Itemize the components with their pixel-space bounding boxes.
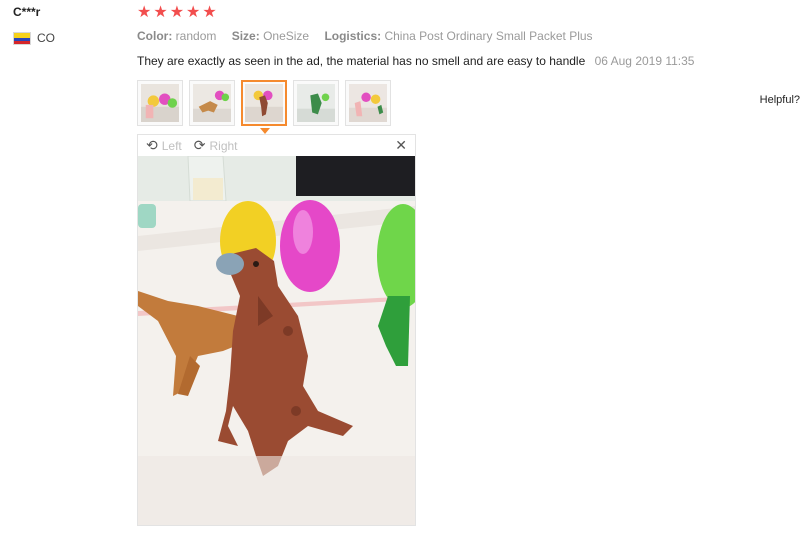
color-attr-label: Color: [137,29,173,43]
rotate-left-button[interactable]: ⟲ Left [146,137,182,154]
order-attributes: Color: random Size: OneSize Logistics: C… [137,29,593,43]
country-code: CO [37,31,55,45]
star-icon: ★ [202,4,217,21]
review-text: They are exactly as seen in the ad, the … [137,54,586,68]
thumbnail-image [193,84,231,122]
size-attr-value: OneSize [263,29,310,43]
thumbnail-image [349,84,387,122]
review-thumbnail[interactable] [189,80,235,126]
logistics-attr-value: China Post Ordinary Small Packet Plus [384,29,593,43]
star-icon: ★ [153,4,168,21]
star-icon: ★ [137,4,152,21]
image-viewer: ⟲ Left ⟳ Right ✕ [137,134,416,526]
review-photo-image [138,156,415,525]
viewer-toolbar: ⟲ Left ⟳ Right ✕ [138,135,415,157]
thumbnail-image [297,84,335,122]
thumbnail-image [245,84,283,122]
rotate-right-button[interactable]: ⟳ Right [194,137,238,154]
star-icon: ★ [169,4,185,21]
rotate-left-icon: ⟲ [146,137,158,153]
thumbnail-image [141,84,179,122]
color-attr-value: random [175,29,217,43]
star-icon: ★ [186,4,201,21]
review-date: 06 Aug 2019 11:35 [594,54,695,68]
reviewer-country: CO [13,31,55,45]
review-thumbnail-selected[interactable] [241,80,287,126]
review-thumbnail[interactable] [137,80,183,126]
review-thumbnail[interactable] [293,80,339,126]
review-thumbnails [137,80,391,126]
review-thumbnail[interactable] [345,80,391,126]
rotate-left-label: Left [161,138,182,153]
size-attr-label: Size: [231,29,260,43]
close-icon[interactable]: ✕ [395,137,407,154]
rotate-right-icon: ⟳ [193,137,206,153]
rotate-right-label: Right [209,138,238,153]
colombia-flag-icon [13,31,31,45]
review-photo [138,156,415,525]
logistics-attr-label: Logistics: [324,29,382,43]
reviewer-name: C***r [13,5,41,19]
review-body: They are exactly as seen in the ad, the … [137,54,694,68]
helpful-link[interactable]: Helpful? [760,94,800,106]
star-rating: ★ ★ ★ ★ ★ [137,5,217,21]
